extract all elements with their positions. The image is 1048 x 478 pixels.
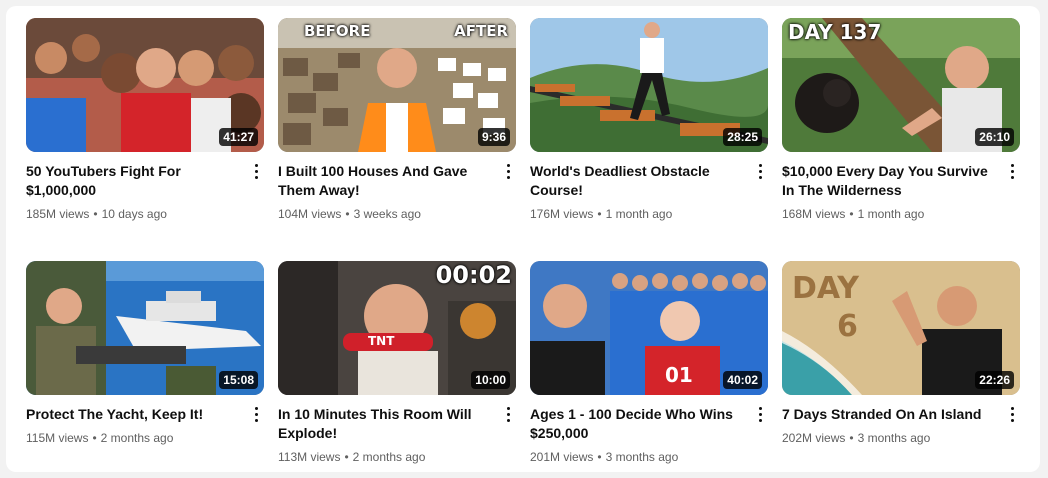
video-title[interactable]: $10,000 Every Day You Survive In The Wil…: [782, 162, 994, 200]
sand-text-day: DAY: [792, 271, 859, 306]
video-stats: 115M views • 2 months ago: [26, 430, 264, 446]
thumbnail-overlay-after: AFTER: [454, 22, 508, 40]
duration-badge: 40:02: [723, 371, 762, 389]
video-card[interactable]: BEFORE AFTER 9:36 I Built 100 Houses And…: [278, 18, 516, 222]
more-vert-icon[interactable]: [752, 160, 768, 182]
upload-age: 3 months ago: [605, 450, 679, 464]
video-title[interactable]: Ages 1 - 100 Decide Who Wins $250,000: [530, 405, 742, 443]
view-count: 168M views: [782, 207, 846, 221]
separator: •: [93, 207, 98, 221]
video-title[interactable]: 50 YouTubers Fight For $1,000,000: [26, 162, 238, 200]
view-count: 104M views: [278, 207, 342, 221]
separator: •: [345, 207, 350, 221]
duration-badge: 26:10: [975, 128, 1014, 146]
video-title[interactable]: Protect The Yacht, Keep It!: [26, 405, 238, 424]
video-title[interactable]: In 10 Minutes This Room Will Explode!: [278, 405, 490, 443]
video-thumbnail[interactable]: BEFORE AFTER 9:36: [278, 18, 516, 152]
upload-age: 1 month ago: [857, 207, 925, 221]
duration-badge: 28:25: [723, 128, 762, 146]
thumbnail-overlay-before: BEFORE: [304, 22, 371, 40]
separator: •: [849, 207, 854, 221]
view-count: 185M views: [26, 207, 90, 221]
upload-age: 1 month ago: [605, 207, 673, 221]
video-card[interactable]: DAY 137 26:10 $10,000 Every Day You Surv…: [782, 18, 1020, 222]
duration-badge: 9:36: [477, 128, 510, 146]
video-title[interactable]: 7 Days Stranded On An Island: [782, 405, 994, 424]
view-count: 202M views: [782, 431, 846, 445]
more-vert-icon[interactable]: [1004, 403, 1020, 425]
upload-age: 10 days ago: [101, 207, 167, 221]
separator: •: [92, 431, 97, 445]
tnt-label: TNT: [368, 334, 395, 348]
separator: •: [597, 207, 602, 221]
view-count: 115M views: [26, 431, 89, 445]
video-card[interactable]: 01 40:02 Ages 1 - 100 Decide Who Wins $2…: [530, 261, 768, 465]
separator: •: [849, 431, 854, 445]
video-thumbnail[interactable]: DAY 6 22:26: [782, 261, 1020, 395]
video-stats: 113M views • 2 months ago: [278, 449, 516, 465]
video-stats: 176M views • 1 month ago: [530, 206, 768, 222]
duration-badge: 22:26: [975, 371, 1014, 389]
more-vert-icon[interactable]: [752, 403, 768, 425]
more-vert-icon[interactable]: [500, 160, 516, 182]
separator: •: [344, 450, 349, 464]
view-count: 176M views: [530, 207, 594, 221]
thumbnail-overlay-day: DAY 137: [788, 20, 882, 44]
video-title[interactable]: World's Deadliest Obstacle Course!: [530, 162, 742, 200]
video-stats: 201M views • 3 months ago: [530, 449, 768, 465]
video-thumbnail[interactable]: 15:08: [26, 261, 264, 395]
sand-text-number: 6: [837, 309, 858, 344]
more-vert-icon[interactable]: [248, 160, 264, 182]
view-count: 201M views: [530, 450, 594, 464]
video-thumbnail[interactable]: 00:02 TNT 10:00: [278, 261, 516, 395]
video-card[interactable]: 00:02 TNT 10:00 In 10 Minutes This Room …: [278, 261, 516, 465]
separator: •: [597, 450, 602, 464]
video-stats: 185M views • 10 days ago: [26, 206, 264, 222]
video-stats: 202M views • 3 months ago: [782, 430, 1020, 446]
thumbnail-overlay-timer: 00:02: [435, 261, 512, 289]
upload-age: 3 months ago: [857, 431, 931, 445]
duration-badge: 41:27: [219, 128, 258, 146]
video-stats: 168M views • 1 month ago: [782, 206, 1020, 222]
video-card[interactable]: 28:25 World's Deadliest Obstacle Course!…: [530, 18, 768, 222]
video-thumbnail[interactable]: 28:25: [530, 18, 768, 152]
upload-age: 2 months ago: [100, 431, 174, 445]
duration-badge: 15:08: [219, 371, 258, 389]
video-stats: 104M views • 3 weeks ago: [278, 206, 516, 222]
video-card[interactable]: DAY 6 22:26 7 Days Stranded On An Island…: [782, 261, 1020, 446]
view-count: 113M views: [278, 450, 341, 464]
more-vert-icon[interactable]: [248, 403, 264, 425]
more-vert-icon[interactable]: [1004, 160, 1020, 182]
video-thumbnail[interactable]: DAY 137 26:10: [782, 18, 1020, 152]
duration-badge: 10:00: [471, 371, 510, 389]
video-grid: 41:27 50 YouTubers Fight For $1,000,000 …: [6, 6, 1040, 472]
video-title[interactable]: I Built 100 Houses And Gave Them Away!: [278, 162, 490, 200]
upload-age: 2 months ago: [352, 450, 426, 464]
video-thumbnail[interactable]: 41:27: [26, 18, 264, 152]
video-card[interactable]: 41:27 50 YouTubers Fight For $1,000,000 …: [26, 18, 264, 222]
upload-age: 3 weeks ago: [353, 207, 421, 221]
more-vert-icon[interactable]: [500, 403, 516, 425]
shirt-number: 01: [665, 363, 693, 387]
video-card[interactable]: 15:08 Protect The Yacht, Keep It! 115M v…: [26, 261, 264, 446]
video-thumbnail[interactable]: 01 40:02: [530, 261, 768, 395]
